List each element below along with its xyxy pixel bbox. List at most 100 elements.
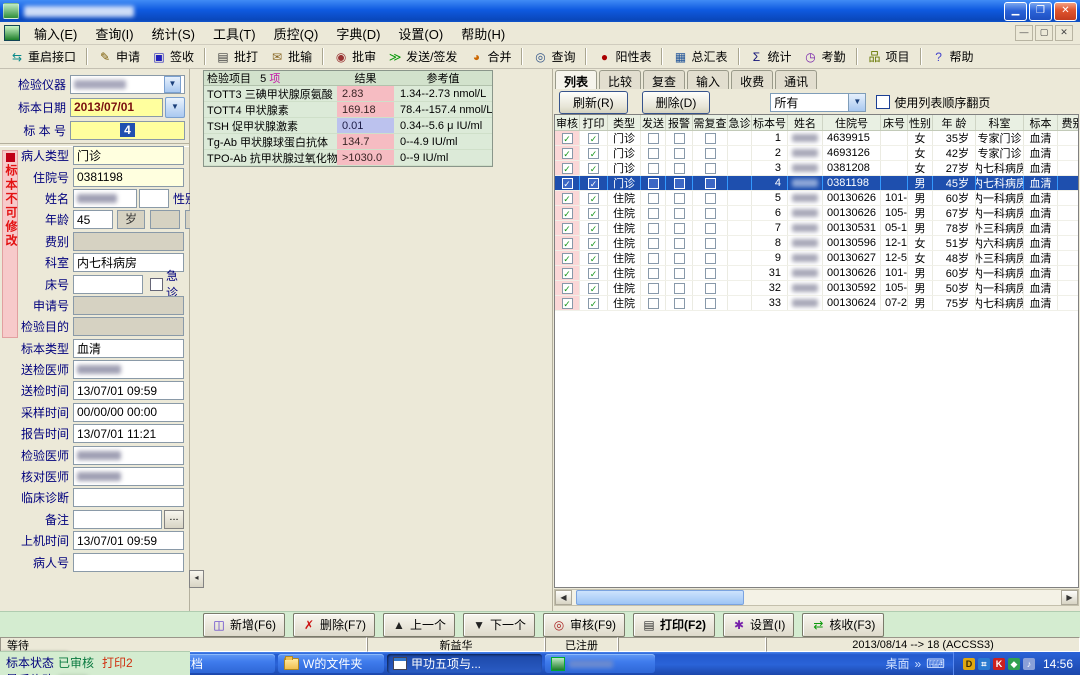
row-checkbox[interactable]: [704, 222, 716, 234]
toolbar-button[interactable]: ✎ 申请: [92, 46, 146, 67]
row-checkbox[interactable]: ✓: [588, 207, 599, 219]
refresh-button[interactable]: 刷新(R): [559, 90, 628, 114]
result-row[interactable]: TSH 促甲状腺激素 0.01 0.34--5.6 μ IU/ml: [204, 118, 492, 134]
menu-item[interactable]: 输入(E): [25, 22, 86, 45]
tab-item[interactable]: 收费: [731, 70, 774, 89]
row-checkbox[interactable]: [647, 252, 659, 264]
row-checkbox[interactable]: ✓: [561, 237, 573, 249]
column-header[interactable]: 床号: [881, 115, 908, 130]
row-checkbox[interactable]: ✓: [588, 252, 599, 264]
row-checkbox[interactable]: ✓: [561, 282, 573, 294]
row-checkbox[interactable]: ✓: [561, 297, 573, 309]
row-checkbox[interactable]: ✓: [561, 132, 573, 144]
action-button[interactable]: ▼ 下一个: [463, 612, 536, 637]
action-button[interactable]: ⇄ 核收(F3): [802, 612, 885, 637]
row-checkbox[interactable]: [647, 267, 659, 279]
row-checkbox[interactable]: [647, 147, 659, 159]
column-header[interactable]: 性别: [908, 115, 933, 130]
form-field[interactable]: [73, 467, 184, 487]
table-row[interactable]: ✓ ✓ 住院 6 00130626105-3男67岁内一科病房血清: [555, 206, 1078, 221]
result-row[interactable]: Tg-Ab 甲状腺球蛋白抗体 134.7 0--4.9 IU/ml: [204, 134, 492, 150]
tab-item[interactable]: 复查: [643, 70, 686, 89]
toolbar-button[interactable]: ◉ 批审: [328, 46, 382, 67]
action-button[interactable]: ▲ 上一个: [383, 612, 456, 637]
table-row[interactable]: ✓ ✓ 门诊 1 4639915 女 35岁 专家门诊 血清: [555, 131, 1078, 146]
row-checkbox[interactable]: [673, 132, 685, 144]
taskbar-task-button[interactable]: 甲功五项与...: [387, 654, 543, 673]
form-field[interactable]: [73, 445, 184, 465]
scroll-left-icon[interactable]: ◀: [555, 590, 572, 605]
row-checkbox[interactable]: ✓: [561, 147, 573, 159]
paging-order-checkbox[interactable]: [876, 95, 891, 109]
column-header[interactable]: 标本: [1024, 115, 1058, 130]
form-field[interactable]: 血清: [73, 338, 184, 358]
tab-active[interactable]: 列表: [555, 70, 598, 89]
toolbar-button[interactable]: ▦ 总汇表: [667, 46, 733, 67]
network-icon[interactable]: ⌗: [977, 657, 990, 670]
specimen-date-field[interactable]: 2013/07/01: [70, 97, 163, 117]
table-row[interactable]: ✓ ✓ 住院 32 00130592105-2男50岁内一科病房血清: [555, 281, 1078, 296]
column-header[interactable]: 审核: [555, 115, 580, 130]
column-header[interactable]: 住院号: [823, 115, 881, 130]
row-checkbox[interactable]: [673, 192, 685, 204]
close-button[interactable]: ✕: [1054, 1, 1077, 21]
table-row[interactable]: ✓ ✓ 门诊 2 4693126 女 42岁 专家门诊 血清: [555, 146, 1078, 161]
row-checkbox[interactable]: [673, 147, 685, 159]
bed-field[interactable]: [73, 274, 143, 294]
form-field[interactable]: [73, 552, 184, 572]
chevron-down-icon[interactable]: ▼: [164, 75, 181, 93]
column-header[interactable]: 需复查: [693, 115, 728, 130]
result-row[interactable]: TOTT4 甲状腺素 169.18 78.4--157.4 nmol/L: [204, 102, 492, 118]
row-checkbox[interactable]: [673, 222, 685, 234]
scrollbar-thumb[interactable]: [576, 590, 744, 605]
form-field[interactable]: [73, 360, 184, 380]
row-checkbox[interactable]: ✓: [588, 132, 599, 144]
row-checkbox[interactable]: [673, 297, 685, 309]
row-checkbox[interactable]: [647, 132, 659, 144]
form-field[interactable]: 13/07/01 09:59: [73, 531, 184, 551]
row-checkbox[interactable]: ✓: [588, 267, 599, 279]
row-checkbox[interactable]: ✓: [588, 177, 599, 189]
row-checkbox[interactable]: ✓: [588, 237, 599, 249]
form-field[interactable]: 门诊: [73, 146, 184, 166]
minimize-button[interactable]: ▁: [1004, 1, 1027, 21]
mdi-minimize-icon[interactable]: —: [1015, 25, 1033, 41]
row-checkbox[interactable]: [704, 267, 716, 279]
row-checkbox[interactable]: ✓: [561, 252, 573, 264]
input-method-icon[interactable]: D: [962, 657, 975, 670]
toolbar-button[interactable]: ◎ 查询: [527, 46, 581, 67]
table-row[interactable]: ✓ ✓ 住院 7 0013053105-1男78岁外三科病房血清: [555, 221, 1078, 236]
table-row[interactable]: ✓ ✓ 住院 31 00130626101-1男60岁内一科病房血清: [555, 266, 1078, 281]
name-field[interactable]: [73, 188, 137, 208]
toolbar-button[interactable]: ? 帮助: [926, 46, 980, 67]
filter-dropdown[interactable]: 所有 ▼: [770, 92, 867, 112]
column-header[interactable]: 姓名: [788, 115, 823, 130]
row-checkbox[interactable]: ✓: [561, 267, 573, 279]
row-checkbox[interactable]: [647, 192, 659, 204]
row-checkbox[interactable]: ✓: [588, 297, 599, 309]
mdi-restore-icon[interactable]: ▢: [1035, 25, 1053, 41]
toolbar-button[interactable]: ● 阳性表: [591, 46, 657, 67]
row-checkbox[interactable]: ✓: [588, 147, 599, 159]
row-checkbox[interactable]: ✓: [588, 282, 599, 294]
action-button[interactable]: ✱ 设置(I): [723, 612, 795, 637]
table-row[interactable]: ✓ ✓ 住院 33 0013062407-2男75岁内七科病房血清: [555, 296, 1078, 311]
result-row[interactable]: TOTT3 三碘甲状腺原氨酸 2.83 1.34--2.73 nmol/L: [204, 86, 492, 102]
table-row[interactable]: ✓ ✓ 门诊 4 0381198 男45岁内七科病房血清: [555, 176, 1078, 191]
menu-item[interactable]: 统计(S): [143, 22, 204, 45]
toolbar-button[interactable]: ◕ 合并: [463, 46, 517, 67]
table-row[interactable]: ✓ ✓ 住院 5 00130626101-1男60岁内一科病房血清: [555, 191, 1078, 206]
menu-item[interactable]: 查询(I): [86, 22, 142, 45]
table-row[interactable]: ✓ ✓ 住院 9 0013062712-5女48岁外三科病房血清: [555, 251, 1078, 266]
restore-button[interactable]: ❐: [1029, 1, 1052, 21]
row-checkbox[interactable]: [704, 132, 716, 144]
age-field[interactable]: 45: [73, 210, 113, 230]
instrument-combobox[interactable]: ▼: [70, 74, 185, 94]
row-checkbox[interactable]: [647, 162, 659, 174]
mdi-child-icon[interactable]: [4, 25, 20, 41]
row-checkbox[interactable]: [704, 177, 716, 189]
row-checkbox[interactable]: [704, 192, 716, 204]
toolbar-button[interactable]: ≫ 发送/签发: [382, 46, 463, 67]
action-button[interactable]: ✗ 删除(F7): [293, 612, 375, 637]
row-checkbox[interactable]: [647, 297, 659, 309]
